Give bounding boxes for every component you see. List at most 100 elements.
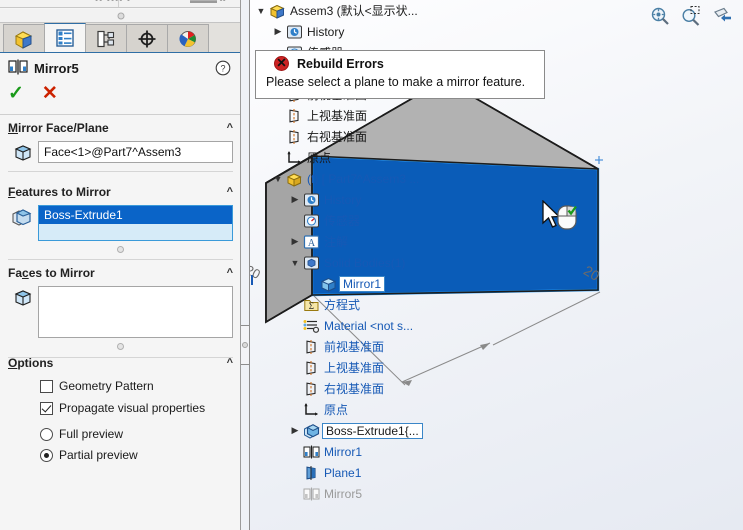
chevron-up-icon[interactable]: ^ [227,357,233,369]
tree-row[interactable]: ▶ Boss-Extrude1{... [250,420,480,441]
tree-item-label[interactable]: Mirror1 [339,275,385,292]
chevron-right-icon[interactable]: ▶ [271,26,285,37]
tree-item-label[interactable]: 注解 [324,233,348,250]
tree-item-label[interactable]: Plane1 [324,466,361,480]
plane-solid-icon [302,465,321,481]
geometry-pattern-label: Geometry Pattern [59,379,154,393]
tree-row[interactable]: 传感器 [250,210,480,231]
tree-item-label[interactable]: 传感器 [324,212,360,229]
tree-row[interactable]: Material <not s... [250,315,480,336]
tree-item-label[interactable]: Assem3 (默认<显示状... [290,2,418,19]
manager-tab-strip[interactable] [0,23,240,53]
tree-item-label[interactable]: History [324,193,361,207]
tree-item-label[interactable]: 方程式 [324,296,360,313]
chevron-up-icon[interactable]: ^ [227,267,233,279]
features-field-row: Boss-Extrude1 [0,203,240,241]
accept-button[interactable]: ✓ [8,84,24,103]
property-manager-panel: •• •••• • ▬▬▬ •• Mirror5 ? ✓ ✕ Mirror Fa… [0,0,241,530]
tree-row[interactable]: ▼ Solid Bodies(1) [250,252,480,273]
tree-row[interactable]: 原点 [250,147,480,168]
geometry-pattern-checkbox[interactable] [40,379,53,393]
tree-row[interactable]: 上视基准面 [250,357,480,378]
tree-row[interactable]: ▶ A 注解 [250,231,480,252]
tree-row[interactable]: ▼ Assem3 (默认<显示状... [250,0,480,21]
tree-item-label[interactable]: 右视基准面 [307,128,367,145]
faces-to-mirror-listbox[interactable] [38,286,233,338]
tree-item-label[interactable]: Material <not s... [324,319,413,333]
tree-row[interactable]: 右视基准面 [250,126,480,147]
tree-item-label[interactable]: Mirror1 [324,445,362,459]
tab-display-manager[interactable] [167,24,209,52]
tree-item-label[interactable]: 前视基准面 [324,338,384,355]
chevron-right-icon[interactable]: ▶ [288,194,302,205]
property-manager-header: Mirror5 ? ✓ ✕ [0,53,240,115]
chevron-down-icon[interactable]: ▼ [288,258,302,268]
solidworks-window: 20 20 ▼ Assem3 (默认<显示状... ▶ History 上视基准… [0,0,743,530]
resize-grip-faces[interactable] [0,339,240,353]
section-header-mirror-face-plane[interactable]: Mirror Face/Plane ^ [0,117,240,139]
tree-row[interactable]: 上视基准面 [250,105,480,126]
tree-row[interactable]: ▼ (f) [ Part7^Assem3 ... [250,168,480,189]
tab-dimxpert-manager[interactable] [126,24,168,52]
tree-row[interactable]: 原点 [250,399,480,420]
splitter-handle-dot[interactable] [117,12,124,19]
tree-item-label[interactable]: Solid Bodies(1) [324,256,405,270]
tree-item-label[interactable]: 上视基准面 [324,359,384,376]
panel-vertical-splitter[interactable] [241,0,250,530]
chevron-up-icon[interactable]: ^ [227,186,233,198]
tree-item-label[interactable]: Mirror5 [324,487,362,501]
mirror-face-plane-input[interactable]: Face<1>@Part7^Assem3 [38,141,233,163]
propagate-visual-properties-checkbox[interactable] [40,401,53,415]
previous-view-icon[interactable] [711,5,735,30]
tree-row[interactable]: 前视基准面 [250,336,480,357]
tooltip-header: ✕ Rebuild Errors [256,51,544,71]
cancel-button[interactable]: ✕ [42,84,58,103]
tree-row[interactable]: Mirror1 [250,273,480,294]
full-preview-label: Full preview [59,427,124,441]
full-preview-radio[interactable] [40,427,53,441]
option-propagate-visual-properties[interactable]: Propagate visual properties [0,399,240,417]
tree-row[interactable]: ▶ History [250,189,480,210]
tree-item-label[interactable]: (f) [ Part7^Assem3 ... [307,172,419,186]
help-icon[interactable]: ? [215,60,231,79]
tab-feature-manager[interactable] [3,24,45,52]
features-to-mirror-listbox[interactable]: Boss-Extrude1 [38,205,233,241]
tab-configuration-manager[interactable] [85,24,127,52]
tree-item-label[interactable]: History [307,25,344,39]
tree-row[interactable]: ▶ History [250,21,480,42]
option-full-preview[interactable]: Full preview [0,425,240,443]
zoom-to-area-icon[interactable] [680,5,702,30]
zoom-to-fit-icon[interactable] [649,5,671,30]
tree-item-label[interactable]: 原点 [307,149,331,166]
chevron-right-icon[interactable]: ▶ [288,425,302,436]
option-geometry-pattern[interactable]: Geometry Pattern [0,377,240,395]
chevron-right-icon[interactable]: ▶ [288,236,302,247]
tree-item-label[interactable]: 原点 [324,401,348,418]
section-header-features-to-mirror[interactable]: Features to Mirror ^ [0,181,240,203]
pm-action-buttons[interactable]: ✓ ✕ [8,84,58,103]
partial-preview-radio[interactable] [40,448,53,462]
tab-property-manager[interactable] [44,23,86,52]
residual-text-left: •• •••• • [95,0,132,5]
section-header-options[interactable]: Options ^ [0,352,240,374]
tree-row[interactable]: Mirror5 [250,483,480,504]
tree-item-label[interactable]: Boss-Extrude1{... [322,422,423,439]
plane-icon [302,381,321,397]
section-header-faces-to-mirror[interactable]: Faces to Mirror ^ [0,262,240,284]
option-partial-preview[interactable]: Partial preview [0,446,240,464]
panel-splitter-handle[interactable] [241,325,250,365]
tree-row[interactable]: Plane1 [250,462,480,483]
tree-item-label[interactable]: 上视基准面 [307,107,367,124]
view-toolbar[interactable] [649,5,735,30]
tree-row[interactable]: Σ 方程式 [250,294,480,315]
list-item-selected[interactable]: Boss-Extrude1 [39,206,232,224]
tree-row[interactable]: 右视基准面 [250,378,480,399]
resize-grip-features[interactable] [0,242,240,256]
chevron-down-icon[interactable]: ▼ [254,6,268,16]
chevron-down-icon[interactable]: ▼ [271,174,285,184]
chevron-up-icon[interactable]: ^ [227,122,233,134]
partial-preview-label: Partial preview [59,448,138,462]
horizontal-splitter[interactable] [0,9,240,23]
tree-row[interactable]: Mirror1 [250,441,480,462]
tree-item-label[interactable]: 右视基准面 [324,380,384,397]
